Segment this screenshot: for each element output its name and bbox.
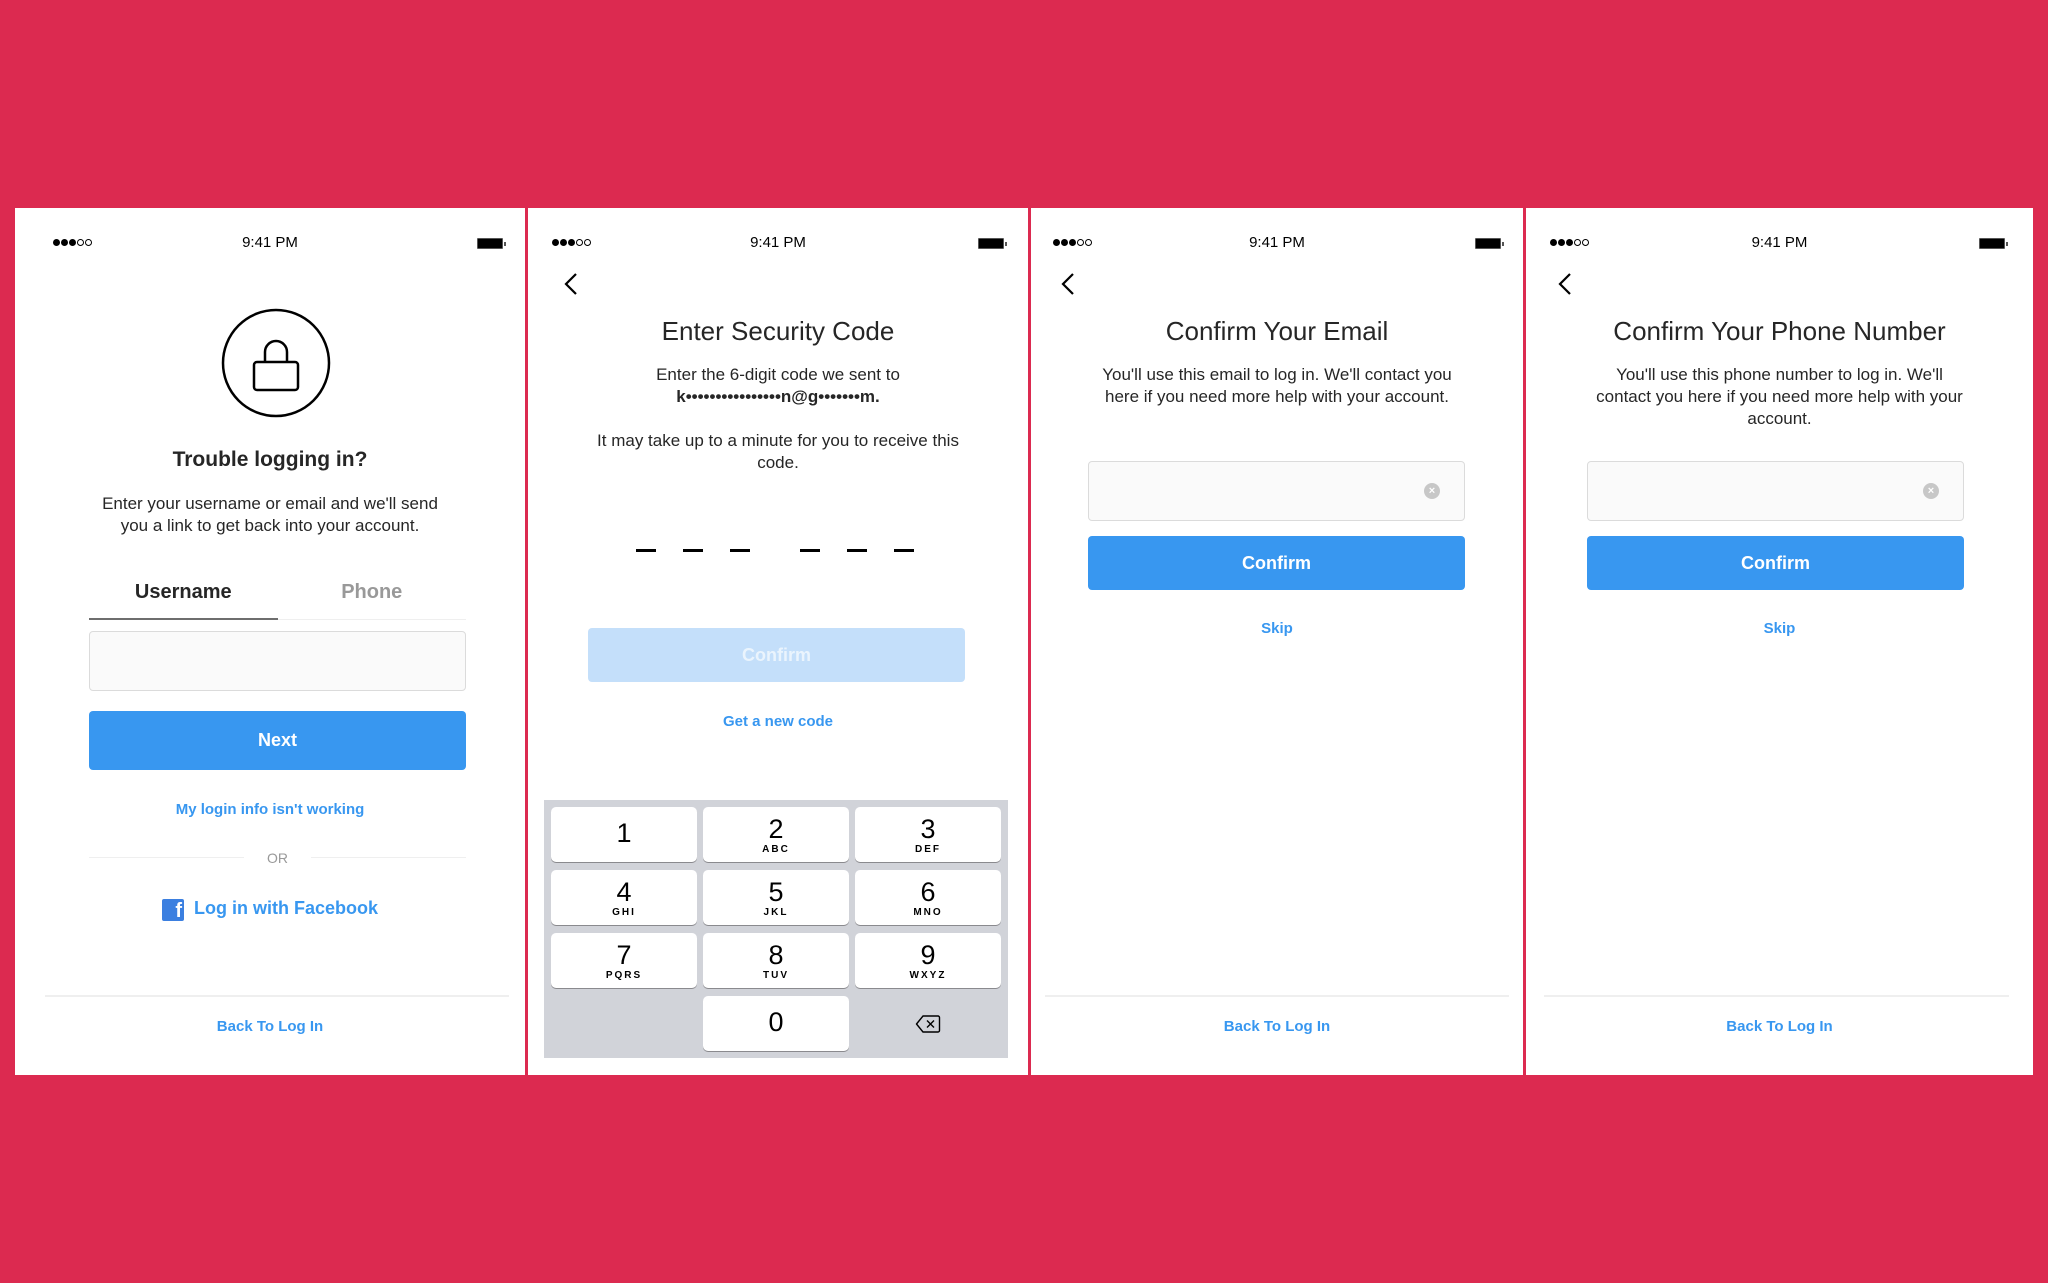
status-bar: 9:41 PM xyxy=(528,234,1028,254)
code-sent-line: Enter the 6-digit code we sent to xyxy=(656,365,900,384)
status-time: 9:41 PM xyxy=(242,234,298,251)
page-description: Enter your username or email and we'll s… xyxy=(102,494,438,535)
get-new-code-link[interactable]: Get a new code xyxy=(528,713,1028,730)
or-text: OR xyxy=(267,850,288,866)
lock-icon xyxy=(221,308,331,418)
numeric-keypad: 1 2 ABC 3 DEF 4 GHI 5 JKL 6 MNO 7 PQRS 8 TUV 9W… xyxy=(544,800,1008,1058)
code-digit-slot xyxy=(847,549,867,552)
skip-link[interactable]: Skip xyxy=(1526,620,2033,637)
chevron-left-icon xyxy=(1558,273,1571,295)
tab-phone[interactable]: Phone xyxy=(277,572,466,620)
back-button[interactable] xyxy=(1057,270,1081,298)
key-7[interactable]: 7 PQRS xyxy=(551,933,697,988)
key-0[interactable]: 0 xyxy=(703,996,849,1051)
code-digit-slot xyxy=(894,549,914,552)
code-digit-slot xyxy=(683,549,703,552)
login-info-not-working-link[interactable]: My login info isn't working xyxy=(15,801,525,818)
code-digit-slot xyxy=(800,549,820,552)
clear-input-icon[interactable]: × xyxy=(1923,483,1939,499)
back-button[interactable] xyxy=(560,270,584,298)
skip-link[interactable]: Skip xyxy=(1031,620,1523,637)
key-8[interactable]: 8 TUV xyxy=(703,933,849,988)
back-to-login-link[interactable]: Back To Log In xyxy=(1031,1018,1523,1035)
battery-icon xyxy=(1475,238,1504,249)
status-bar: 9:41 PM xyxy=(1031,234,1523,254)
key-3[interactable]: 3 DEF xyxy=(855,807,1001,862)
chevron-left-icon xyxy=(564,273,577,295)
tab-username[interactable]: Username xyxy=(89,572,278,620)
key-4[interactable]: 4 GHI xyxy=(551,870,697,925)
battery-icon xyxy=(978,238,1007,249)
back-button[interactable] xyxy=(1554,270,1578,298)
next-button[interactable]: Next xyxy=(89,711,466,770)
key-1[interactable]: 1 xyxy=(551,807,697,862)
footer-divider xyxy=(45,995,509,997)
code-digit-slot xyxy=(636,549,656,552)
wait-notice: It may take up to a minute for you to re… xyxy=(597,431,959,472)
key-2[interactable]: 2 ABC xyxy=(703,807,849,862)
status-time: 9:41 PM xyxy=(750,234,806,251)
footer-divider xyxy=(1544,995,2009,997)
battery-icon xyxy=(477,238,506,249)
facebook-icon: f xyxy=(162,899,184,922)
page-title: Trouble logging in? xyxy=(172,448,368,471)
confirm-button[interactable]: Confirm xyxy=(588,628,965,682)
key-6[interactable]: 6 MNO xyxy=(855,870,1001,925)
key-5[interactable]: 5 JKL xyxy=(703,870,849,925)
key-9[interactable]: 9 WXYZ xyxy=(855,933,1001,988)
footer-divider xyxy=(1045,995,1509,997)
page-description: You'll use this phone number to log in. … xyxy=(1596,365,1963,428)
page-title: Enter Security Code xyxy=(661,316,895,346)
clear-input-icon[interactable]: × xyxy=(1424,483,1440,499)
back-to-login-link[interactable]: Back To Log In xyxy=(1526,1018,2033,1035)
code-input[interactable] xyxy=(528,549,1028,553)
screen-enter-security-code: 9:41 PM Enter Security Code Enter the 6-… xyxy=(528,208,1028,1075)
login-method-tabs: Username Phone xyxy=(89,572,466,620)
chevron-left-icon xyxy=(1061,273,1074,295)
phone-input[interactable]: × xyxy=(1587,461,1964,521)
screen-confirm-email: 9:41 PM Confirm Your Email You'll use th… xyxy=(1031,208,1523,1075)
status-time: 9:41 PM xyxy=(1751,234,1808,251)
page-title: Confirm Your Email xyxy=(1165,316,1389,346)
delete-key[interactable] xyxy=(855,996,1001,1051)
confirm-button[interactable]: Confirm xyxy=(1587,536,1964,590)
status-time: 9:41 PM xyxy=(1249,234,1305,251)
backspace-icon xyxy=(915,1014,941,1033)
back-to-login-link[interactable]: Back To Log In xyxy=(15,1018,525,1035)
facebook-login-link[interactable]: f Log in with Facebook xyxy=(15,898,525,922)
screen-trouble-logging-in: 9:41 PM Trouble logging in? Enter your u… xyxy=(15,208,525,1075)
page-description: You'll use this email to log in. We'll c… xyxy=(1102,365,1452,406)
battery-icon xyxy=(1979,238,2008,249)
code-sent-text: Enter the 6-digit code we sent to k•••••… xyxy=(568,364,988,408)
facebook-login-label: Log in with Facebook xyxy=(194,898,378,918)
confirm-button[interactable]: Confirm xyxy=(1088,536,1465,590)
username-input[interactable] xyxy=(89,631,466,691)
masked-email: k••••••••••••••••n@g•••••••m. xyxy=(676,387,880,406)
screen-confirm-phone: 9:41 PM Confirm Your Phone Number You'll… xyxy=(1526,208,2033,1075)
email-input[interactable]: × xyxy=(1088,461,1465,521)
page-title: Confirm Your Phone Number xyxy=(1613,316,1946,346)
code-digit-slot xyxy=(730,549,750,552)
status-bar: 9:41 PM xyxy=(1526,234,2033,254)
status-bar: 9:41 PM xyxy=(15,234,525,254)
or-divider: OR xyxy=(89,848,466,868)
